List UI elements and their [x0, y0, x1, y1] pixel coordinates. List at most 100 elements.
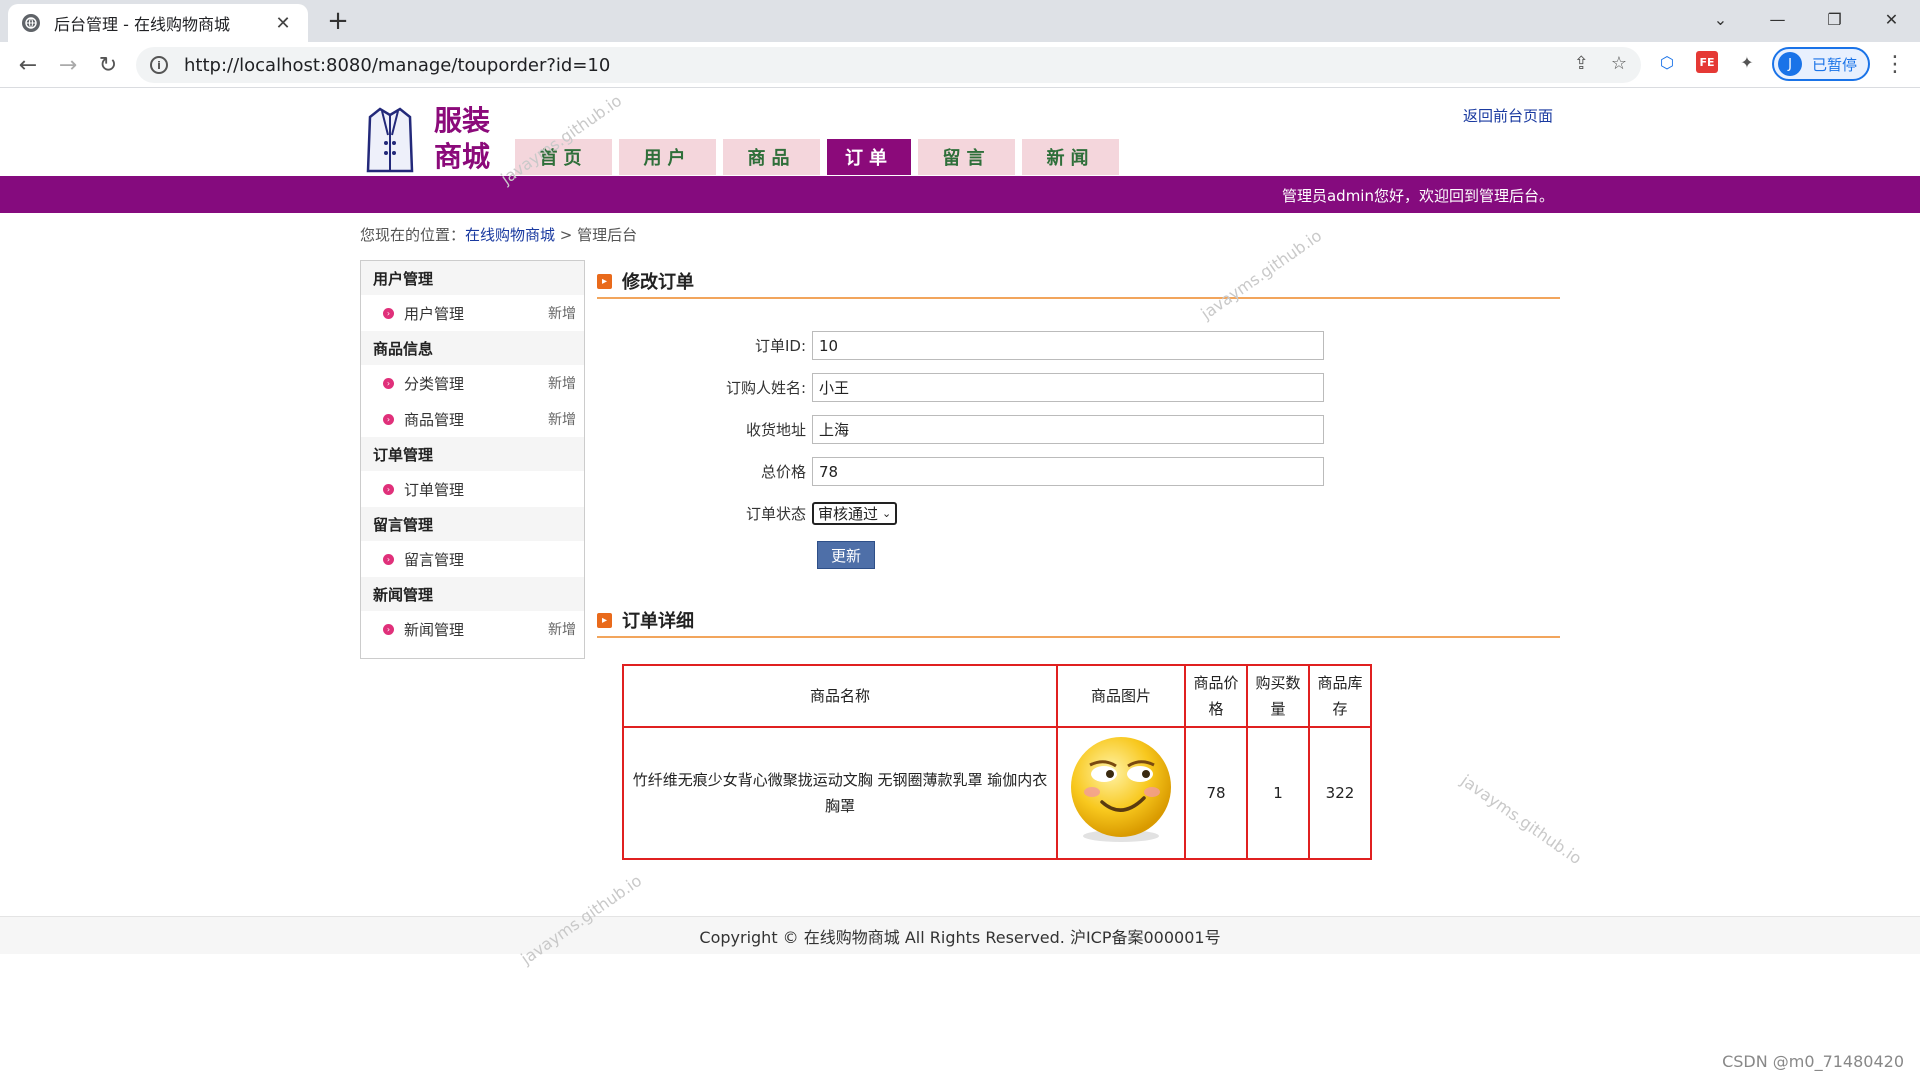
sidebar-group-title: 订单管理 — [361, 437, 584, 471]
forward-arrow-icon[interactable]: → — [52, 50, 84, 80]
edit-order-heading: ▸ 修改订单 — [597, 268, 694, 294]
nav-item-products[interactable]: 商品 — [723, 139, 820, 175]
sidebar-add-category-link[interactable]: 新增 — [548, 373, 576, 393]
sidebar-group-title: 留言管理 — [361, 507, 584, 541]
nav-item-news[interactable]: 新闻 — [1022, 139, 1119, 175]
order-detail-heading: ▸ 订单详细 — [597, 607, 694, 633]
welcome-bar: 管理员admin您好，欢迎回到管理后台。 — [0, 176, 1920, 213]
column-header: 商品图片 — [1056, 664, 1186, 728]
nav-item-messages[interactable]: 留言 — [918, 139, 1015, 175]
section-arrow-icon: ▸ — [597, 273, 612, 289]
sidebar-item-product-manage[interactable]: › 商品管理 新增 — [361, 401, 584, 437]
bullet-icon: › — [383, 413, 394, 425]
address-label: 收货地址 — [745, 421, 806, 439]
site-info-icon[interactable]: i — [150, 56, 168, 74]
minimize-button[interactable]: — — [1749, 0, 1806, 38]
product-quantity: 1 — [1246, 726, 1310, 860]
bullet-icon: › — [383, 553, 394, 565]
url-text[interactable]: http://localhost:8080/manage/touporder?i… — [184, 55, 610, 76]
close-window-button[interactable]: ✕ — [1863, 0, 1920, 38]
tab-title: 后台管理 - 在线购物商城 — [54, 15, 230, 34]
sidebar-add-news-link[interactable]: 新增 — [548, 619, 576, 639]
order-id-label: 订单ID: — [754, 337, 806, 355]
column-header: 商品价格 — [1184, 664, 1248, 728]
tab-close-icon[interactable]: ✕ — [272, 13, 294, 34]
bullet-icon: › — [383, 377, 394, 389]
reload-icon[interactable]: ↻ — [92, 50, 124, 80]
coat-icon — [366, 107, 414, 173]
table-header-row: 商品名称 商品图片 商品价格 购买数量 商品库存 — [622, 664, 1372, 728]
chevron-down-icon: ⌄ — [882, 507, 892, 520]
divider — [597, 297, 1560, 299]
breadcrumb-current: 管理后台 — [577, 226, 638, 244]
column-header: 商品名称 — [622, 664, 1058, 728]
globe-icon — [22, 14, 40, 32]
status-row: 订单状态 审核通过 ⌄ — [592, 502, 898, 525]
buyer-name-field[interactable]: 小王 — [812, 373, 1324, 402]
tab-search-icon[interactable]: ⌄ — [1692, 0, 1749, 38]
sidebar-item-user-manage[interactable]: › 用户管理 新增 — [361, 295, 584, 331]
column-header: 商品库存 — [1308, 664, 1372, 728]
nav-item-users[interactable]: 用户 — [619, 139, 716, 175]
order-status-select[interactable]: 审核通过 ⌄ — [812, 502, 898, 525]
logo-text: 服装 商城 — [434, 104, 491, 173]
watermark-text: javayms.github.io — [1457, 770, 1586, 869]
breadcrumb-home-link[interactable]: 在线购物商城 — [465, 226, 555, 244]
sidebar-add-product-link[interactable]: 新增 — [548, 409, 576, 429]
sidebar-group-title: 用户管理 — [361, 261, 584, 295]
order-id-field[interactable]: 10 — [812, 331, 1324, 360]
address-bar[interactable]: i http://localhost:8080/manage/touporder… — [136, 47, 1641, 83]
share-icon[interactable]: ⇪ — [1574, 53, 1589, 74]
back-arrow-icon[interactable]: ← — [12, 50, 44, 80]
update-button[interactable]: 更新 — [817, 541, 875, 569]
product-image-cell — [1056, 726, 1186, 860]
browser-menu-icon[interactable]: ⋮ — [1884, 52, 1906, 77]
column-header: 购买数量 — [1246, 664, 1310, 728]
browser-tab[interactable]: 后台管理 - 在线购物商城 ✕ — [8, 4, 308, 42]
restore-button[interactable]: ❐ — [1806, 0, 1863, 38]
table-row: 竹纤维无痕少女背心微聚拢运动文胸 无钢圈薄款乳罩 瑜伽内衣胸罩 78 1 322 — [622, 726, 1372, 860]
status-label: 订单状态 — [745, 505, 806, 523]
extensions-puzzle-icon[interactable]: ✦ — [1736, 51, 1758, 73]
section-arrow-icon: ▸ — [597, 612, 612, 628]
welcome-text: 管理员admin您好，欢迎回到管理后台。 — [1281, 187, 1554, 205]
browser-toolbar: ← → ↻ i http://localhost:8080/manage/tou… — [0, 42, 1920, 88]
site-footer: Copyright © 在线购物商城 All Rights Reserved. … — [0, 916, 1920, 954]
product-name: 竹纤维无痕少女背心微聚拢运动文胸 无钢圈薄款乳罩 瑜伽内衣胸罩 — [622, 726, 1058, 860]
sidebar-group-title: 新闻管理 — [361, 577, 584, 611]
bullet-icon: › — [383, 307, 394, 319]
bookmark-star-icon[interactable]: ☆ — [1611, 53, 1627, 74]
divider — [597, 636, 1560, 638]
address-field[interactable]: 上海 — [812, 415, 1324, 444]
profile-button[interactable]: J 已暂停 — [1772, 47, 1870, 81]
new-tab-button[interactable]: + — [322, 6, 354, 36]
order-id-row: 订单ID: 10 — [592, 331, 1324, 360]
main-nav: 首页 用户 商品 订单 留言 新闻 — [515, 139, 1119, 175]
sidebar-group-title: 商品信息 — [361, 331, 584, 365]
product-price: 78 — [1184, 726, 1248, 860]
profile-status: 已暂停 — [1812, 55, 1858, 74]
bullet-icon: › — [383, 623, 394, 635]
product-stock: 322 — [1308, 726, 1372, 860]
admin-sidebar: 用户管理 › 用户管理 新增 商品信息 › 分类管理 新增 › 商品管理 新增 … — [360, 260, 585, 659]
total-price-field[interactable]: 78 — [812, 457, 1324, 486]
bullet-icon: › — [383, 483, 394, 495]
sidebar-item-news-manage[interactable]: › 新闻管理 新增 — [361, 611, 584, 647]
site-logo[interactable]: 服装 商城 — [366, 101, 500, 177]
sidebar-item-message-manage[interactable]: › 留言管理 — [361, 541, 584, 577]
extension-hexagon-icon[interactable]: ⬡ — [1656, 51, 1678, 73]
browser-tabbar: 后台管理 - 在线购物商城 ✕ + ⌄ — ❐ ✕ — [0, 0, 1920, 42]
nav-item-orders[interactable]: 订单 — [827, 139, 911, 175]
buyer-row: 订购人姓名: 小王 — [592, 373, 1324, 402]
avatar: J — [1778, 52, 1802, 76]
watermark-text: javayms.github.io — [1197, 225, 1326, 324]
total-row: 总价格 78 — [592, 457, 1324, 486]
sidebar-add-user-link[interactable]: 新增 — [548, 303, 576, 323]
breadcrumb: 您现在的位置：在线购物商城 > 管理后台 — [360, 226, 638, 244]
extension-fe-icon[interactable]: FE — [1696, 51, 1718, 73]
order-detail-table: 商品名称 商品图片 商品价格 购买数量 商品库存 竹纤维无痕少女背心微聚拢运动文… — [622, 664, 1372, 860]
back-to-frontend-link[interactable]: 返回前台页面 — [1463, 105, 1553, 126]
sidebar-item-category-manage[interactable]: › 分类管理 新增 — [361, 365, 584, 401]
csdn-credit: CSDN @m0_71480420 — [1722, 1052, 1904, 1071]
sidebar-item-order-manage[interactable]: › 订单管理 — [361, 471, 584, 507]
